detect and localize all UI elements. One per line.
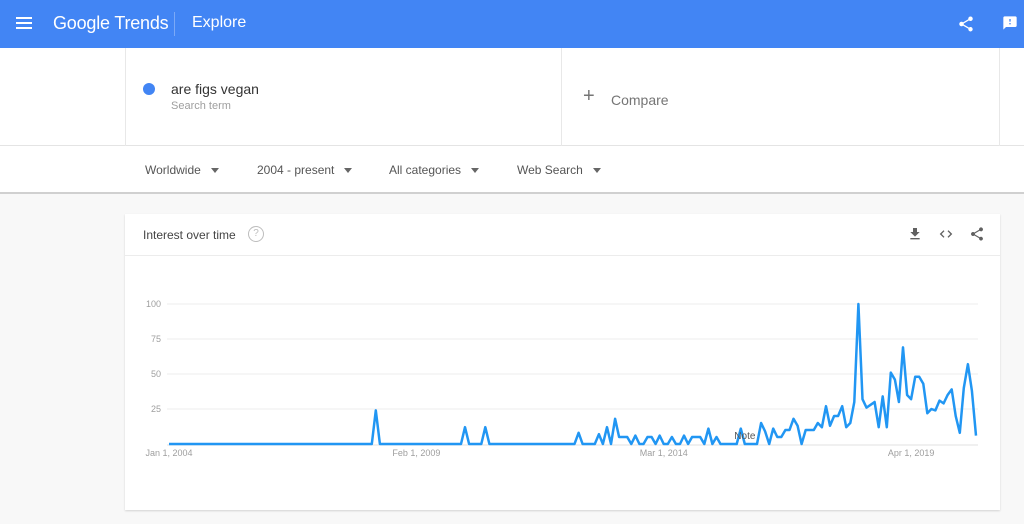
- dropdown-arrow-icon: [344, 167, 353, 173]
- dropdown-arrow-icon: [210, 167, 219, 173]
- compare-button[interactable]: + Compare: [562, 48, 1000, 146]
- feedback-icon[interactable]: [1002, 15, 1018, 31]
- share-icon[interactable]: [957, 15, 975, 33]
- interest-line-chart[interactable]: 25 50 75 100 Jan 1, 2004 Feb 1, 2009 Mar 1, 20…: [125, 214, 1000, 510]
- x-tick-label: Jan 1, 2004: [145, 448, 192, 458]
- filter-label: All categories: [389, 163, 462, 177]
- filter-label: 2004 - present: [257, 163, 335, 177]
- y-tick-label: 25: [151, 404, 161, 414]
- x-tick-label: Feb 1, 2009: [392, 448, 440, 458]
- google-trends-logo[interactable]: Google Trends: [53, 13, 169, 34]
- search-terms-row: are figs vegan Search term + Compare: [0, 48, 1024, 146]
- filter-bar: Worldwide 2004 - present All categories …: [0, 146, 1024, 194]
- hamburger-menu-icon[interactable]: [16, 17, 32, 29]
- dropdown-arrow-icon: [592, 167, 601, 173]
- top-app-bar: Google Trends Explore: [0, 0, 1024, 48]
- search-type-filter[interactable]: Web Search: [517, 163, 601, 177]
- search-term-name: are figs vegan: [171, 81, 259, 97]
- plus-icon: +: [583, 85, 595, 107]
- term-color-dot: [143, 83, 155, 95]
- dropdown-arrow-icon: [471, 167, 480, 173]
- x-tick-label: Mar 1, 2014: [640, 448, 688, 458]
- page-title: Explore: [192, 14, 247, 31]
- region-filter[interactable]: Worldwide: [145, 163, 219, 177]
- filter-label: Web Search: [517, 163, 583, 177]
- note-annotation[interactable]: Note: [734, 431, 756, 442]
- y-tick-label: 75: [151, 334, 161, 344]
- search-term-card[interactable]: are figs vegan Search term: [125, 48, 562, 146]
- y-tick-label: 50: [151, 369, 161, 379]
- category-filter[interactable]: All categories: [389, 163, 480, 177]
- x-tick-label: Apr 1, 2019: [888, 448, 935, 458]
- compare-label: Compare: [611, 92, 669, 108]
- y-tick-label: 100: [146, 299, 161, 309]
- time-range-filter[interactable]: 2004 - present: [257, 163, 353, 177]
- interest-over-time-card: Interest over time ? 25 50 75 100 Jan 1, 200…: [125, 214, 1000, 510]
- header-divider: [174, 12, 175, 36]
- filter-label: Worldwide: [145, 163, 201, 177]
- search-term-type: Search term: [171, 100, 231, 112]
